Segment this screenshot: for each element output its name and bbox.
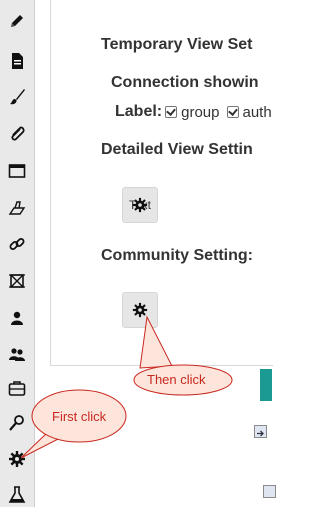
connection-showing-heading: Connection showin: [111, 74, 259, 91]
gear-icon: [132, 197, 148, 213]
window-icon[interactable]: [6, 160, 28, 182]
detailed-view-settings-heading: Detailed View Settin: [101, 141, 253, 158]
brush-icon[interactable]: [6, 86, 28, 108]
group-checkbox[interactable]: [165, 106, 178, 118]
first-click-label: First click: [52, 409, 107, 424]
group-icon[interactable]: [6, 343, 28, 365]
detailed-settings-button[interactable]: Text: [122, 187, 158, 223]
auth-checkbox-label: auth: [242, 103, 272, 121]
teal-accent-strip: [260, 369, 272, 401]
flask-icon[interactable]: [6, 484, 28, 506]
forward-icon[interactable]: [254, 425, 267, 438]
paperclip-icon[interactable]: [6, 123, 28, 145]
community-settings-heading: Community Setting:: [101, 247, 253, 264]
user-icon[interactable]: [6, 307, 28, 329]
label-options-row: Label: group auth: [115, 103, 272, 121]
gear-icon[interactable]: [6, 448, 28, 470]
briefcase-icon[interactable]: [6, 377, 28, 399]
gear-icon: [132, 302, 148, 318]
document-icon[interactable]: [6, 50, 28, 72]
magnifier-icon[interactable]: [6, 412, 28, 434]
window-thumbnail-icon[interactable]: [263, 485, 276, 498]
label-prefix: Label:: [115, 103, 163, 120]
group-checkbox-label: group: [181, 103, 220, 121]
frame-icon[interactable]: [6, 270, 28, 292]
pencil-icon[interactable]: [6, 10, 28, 32]
stamp-icon[interactable]: [6, 197, 28, 219]
then-click-label: Then click: [147, 372, 206, 387]
left-toolbar: [0, 0, 35, 507]
link-icon[interactable]: [6, 233, 28, 255]
settings-panel: Temporary View Set Connection showin Lab…: [50, 0, 273, 366]
temporary-view-settings-heading: Temporary View Set: [101, 36, 253, 53]
auth-checkbox[interactable]: [226, 106, 239, 118]
community-settings-button[interactable]: [122, 292, 158, 328]
